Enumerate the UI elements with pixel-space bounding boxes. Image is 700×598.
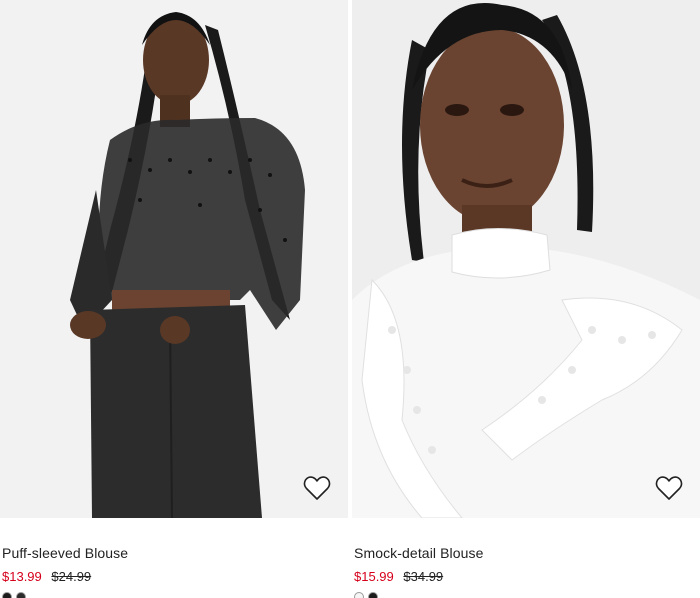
color-swatches [354, 592, 378, 598]
favorite-button[interactable] [654, 474, 684, 502]
product-image[interactable] [352, 0, 700, 518]
color-swatch[interactable] [2, 592, 12, 598]
product-image[interactable] [0, 0, 348, 518]
product-photo [352, 0, 700, 518]
color-swatches [2, 592, 26, 598]
product-title[interactable]: Smock-detail Blouse [354, 545, 484, 561]
heart-outline-icon [303, 476, 331, 500]
product-card[interactable]: Puff-sleeved Blouse $13.99 $24.99 [0, 0, 348, 598]
price-group: $13.99 $24.99 [2, 569, 91, 584]
product-card[interactable]: Smock-detail Blouse $15.99 $34.99 [352, 0, 700, 598]
product-title[interactable]: Puff-sleeved Blouse [2, 545, 128, 561]
color-swatch[interactable] [368, 592, 378, 598]
color-swatch[interactable] [354, 592, 364, 598]
heart-outline-icon [655, 476, 683, 500]
sale-price: $13.99 [2, 569, 42, 584]
sale-price: $15.99 [354, 569, 394, 584]
color-swatch[interactable] [16, 592, 26, 598]
original-price: $24.99 [51, 569, 92, 584]
price-group: $15.99 $34.99 [354, 569, 443, 584]
favorite-button[interactable] [302, 474, 332, 502]
product-photo [0, 0, 348, 518]
original-price: $34.99 [403, 569, 444, 584]
product-grid: Puff-sleeved Blouse $13.99 $24.99 Smock-… [0, 0, 700, 598]
